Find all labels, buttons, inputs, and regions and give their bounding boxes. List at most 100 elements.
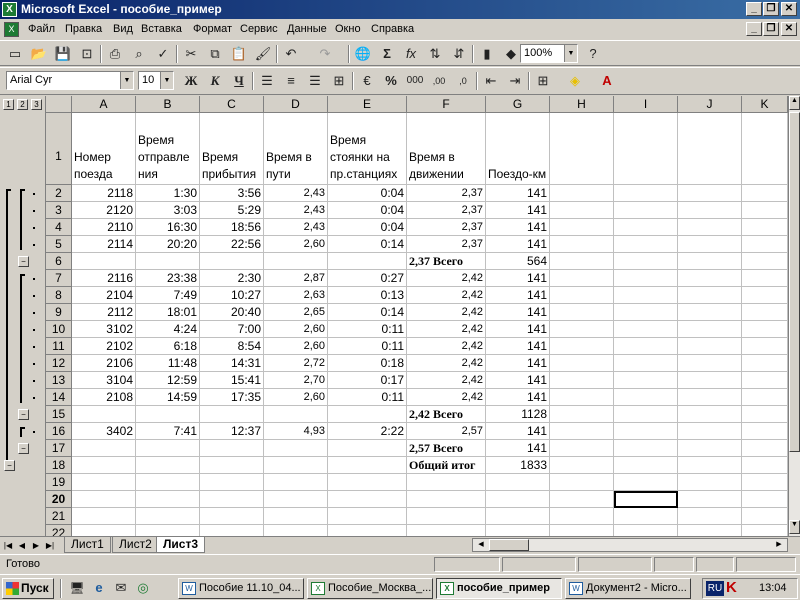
table-cell[interactable] bbox=[264, 491, 328, 508]
table-cell[interactable]: 0:11 bbox=[328, 389, 407, 406]
table-cell[interactable] bbox=[136, 406, 200, 423]
table-cell[interactable] bbox=[678, 236, 742, 253]
table-cell[interactable] bbox=[678, 525, 742, 536]
table-cell[interactable] bbox=[264, 440, 328, 457]
table-cell[interactable]: 2,60 bbox=[264, 321, 328, 338]
align-right-icon[interactable]: ☰ bbox=[304, 71, 326, 91]
table-cell[interactable]: 2,60 bbox=[264, 389, 328, 406]
table-cell[interactable]: 0:04 bbox=[328, 185, 407, 202]
table-cell[interactable] bbox=[614, 457, 678, 474]
table-cell[interactable]: 7:41 bbox=[136, 423, 200, 440]
table-cell[interactable]: 141 bbox=[486, 423, 550, 440]
table-cell[interactable] bbox=[550, 372, 614, 389]
workbook-icon[interactable]: X bbox=[4, 22, 19, 37]
row-header[interactable]: 12 bbox=[46, 355, 72, 372]
table-cell[interactable] bbox=[407, 474, 486, 491]
table-cell[interactable] bbox=[407, 508, 486, 525]
table-cell[interactable] bbox=[742, 338, 788, 355]
table-cell[interactable] bbox=[742, 304, 788, 321]
table-cell[interactable]: 14:59 bbox=[136, 389, 200, 406]
table-cell[interactable]: 141 bbox=[486, 219, 550, 236]
row-header[interactable]: 17 bbox=[46, 440, 72, 457]
collapse-group-button[interactable]: − bbox=[18, 443, 29, 454]
table-cell[interactable] bbox=[742, 389, 788, 406]
table-cell[interactable] bbox=[550, 440, 614, 457]
table-cell[interactable]: 2,42 bbox=[407, 372, 486, 389]
table-cell[interactable]: 2,37 bbox=[407, 185, 486, 202]
table-cell[interactable] bbox=[550, 491, 614, 508]
table-cell[interactable] bbox=[614, 474, 678, 491]
increase-indent-icon[interactable]: ⇥ bbox=[504, 71, 526, 91]
table-cell[interactable] bbox=[614, 236, 678, 253]
table-cell[interactable] bbox=[742, 253, 788, 270]
column-header[interactable]: B bbox=[136, 96, 200, 113]
table-cell[interactable]: 141 bbox=[486, 372, 550, 389]
table-cell[interactable] bbox=[550, 185, 614, 202]
function-icon[interactable]: fx bbox=[400, 44, 422, 64]
table-cell[interactable] bbox=[678, 406, 742, 423]
table-cell[interactable] bbox=[550, 236, 614, 253]
table-cell[interactable]: 3102 bbox=[72, 321, 136, 338]
prev-sheet-icon[interactable]: ◀ bbox=[16, 539, 28, 552]
table-cell[interactable]: 7:00 bbox=[200, 321, 264, 338]
scroll-thumb[interactable] bbox=[789, 112, 800, 452]
table-cell[interactable]: 10:27 bbox=[200, 287, 264, 304]
table-cell[interactable]: 22:56 bbox=[200, 236, 264, 253]
spelling-icon[interactable]: ✓ bbox=[152, 44, 174, 64]
table-cell[interactable] bbox=[550, 253, 614, 270]
table-cell[interactable] bbox=[136, 474, 200, 491]
table-header-cell[interactable]: Время отправле ния bbox=[136, 113, 200, 185]
table-cell[interactable] bbox=[678, 457, 742, 474]
row-header[interactable]: 3 bbox=[46, 202, 72, 219]
table-cell[interactable] bbox=[328, 491, 407, 508]
table-cell[interactable] bbox=[264, 474, 328, 491]
table-cell[interactable]: 14:31 bbox=[200, 355, 264, 372]
table-cell[interactable] bbox=[742, 219, 788, 236]
decrease-decimal-icon[interactable]: ,0 bbox=[452, 71, 474, 91]
table-header-cell[interactable]: Время прибытия bbox=[200, 113, 264, 185]
table-cell[interactable]: 141 bbox=[486, 304, 550, 321]
sort-ascending-icon[interactable]: ⇅ bbox=[424, 44, 446, 64]
menu-data[interactable]: Данные bbox=[287, 23, 327, 35]
table-header-cell[interactable] bbox=[550, 113, 614, 185]
table-cell[interactable]: 0:04 bbox=[328, 202, 407, 219]
doc-restore-button[interactable]: ❐ bbox=[763, 22, 779, 36]
table-cell[interactable]: 5:29 bbox=[200, 202, 264, 219]
table-cell[interactable] bbox=[742, 270, 788, 287]
table-cell[interactable]: 20:20 bbox=[136, 236, 200, 253]
table-cell[interactable] bbox=[550, 474, 614, 491]
outline-level-2-button[interactable]: 2 bbox=[17, 99, 28, 110]
hyperlink-icon[interactable]: 🌐 bbox=[352, 44, 374, 64]
outlook-icon[interactable]: ✉ bbox=[110, 578, 132, 598]
table-cell[interactable] bbox=[614, 270, 678, 287]
table-cell[interactable] bbox=[550, 219, 614, 236]
column-header[interactable]: D bbox=[264, 96, 328, 113]
table-cell[interactable] bbox=[614, 287, 678, 304]
table-cell[interactable] bbox=[550, 287, 614, 304]
row-header[interactable]: 1 bbox=[46, 113, 72, 185]
table-cell[interactable] bbox=[614, 219, 678, 236]
table-cell[interactable]: 12:37 bbox=[200, 423, 264, 440]
table-cell[interactable] bbox=[136, 508, 200, 525]
quicklaunch-icon[interactable]: ◎ bbox=[132, 578, 154, 598]
table-cell[interactable]: 0:11 bbox=[328, 338, 407, 355]
table-cell[interactable]: 3402 bbox=[72, 423, 136, 440]
bold-button[interactable]: Ж bbox=[180, 71, 202, 91]
table-cell[interactable] bbox=[614, 185, 678, 202]
table-cell[interactable] bbox=[742, 474, 788, 491]
font-select[interactable]: Arial Cyr ▼ bbox=[6, 71, 134, 90]
worksheet-grid[interactable]: 1 Номер поезда Время отправле ния Время при… bbox=[46, 113, 788, 536]
table-cell[interactable] bbox=[614, 202, 678, 219]
column-header[interactable]: C bbox=[200, 96, 264, 113]
row-header[interactable]: 5 bbox=[46, 236, 72, 253]
table-cell[interactable] bbox=[72, 457, 136, 474]
collapse-group-button[interactable]: − bbox=[18, 256, 29, 267]
table-cell[interactable] bbox=[72, 491, 136, 508]
underline-button[interactable]: Ч bbox=[228, 71, 250, 91]
table-cell[interactable]: 2,43 bbox=[264, 202, 328, 219]
table-cell[interactable]: 15:41 bbox=[200, 372, 264, 389]
scroll-down-icon[interactable]: ▼ bbox=[789, 520, 800, 534]
table-cell[interactable] bbox=[264, 525, 328, 536]
fill-color-icon[interactable]: ◈ bbox=[564, 71, 586, 91]
table-cell[interactable] bbox=[742, 457, 788, 474]
